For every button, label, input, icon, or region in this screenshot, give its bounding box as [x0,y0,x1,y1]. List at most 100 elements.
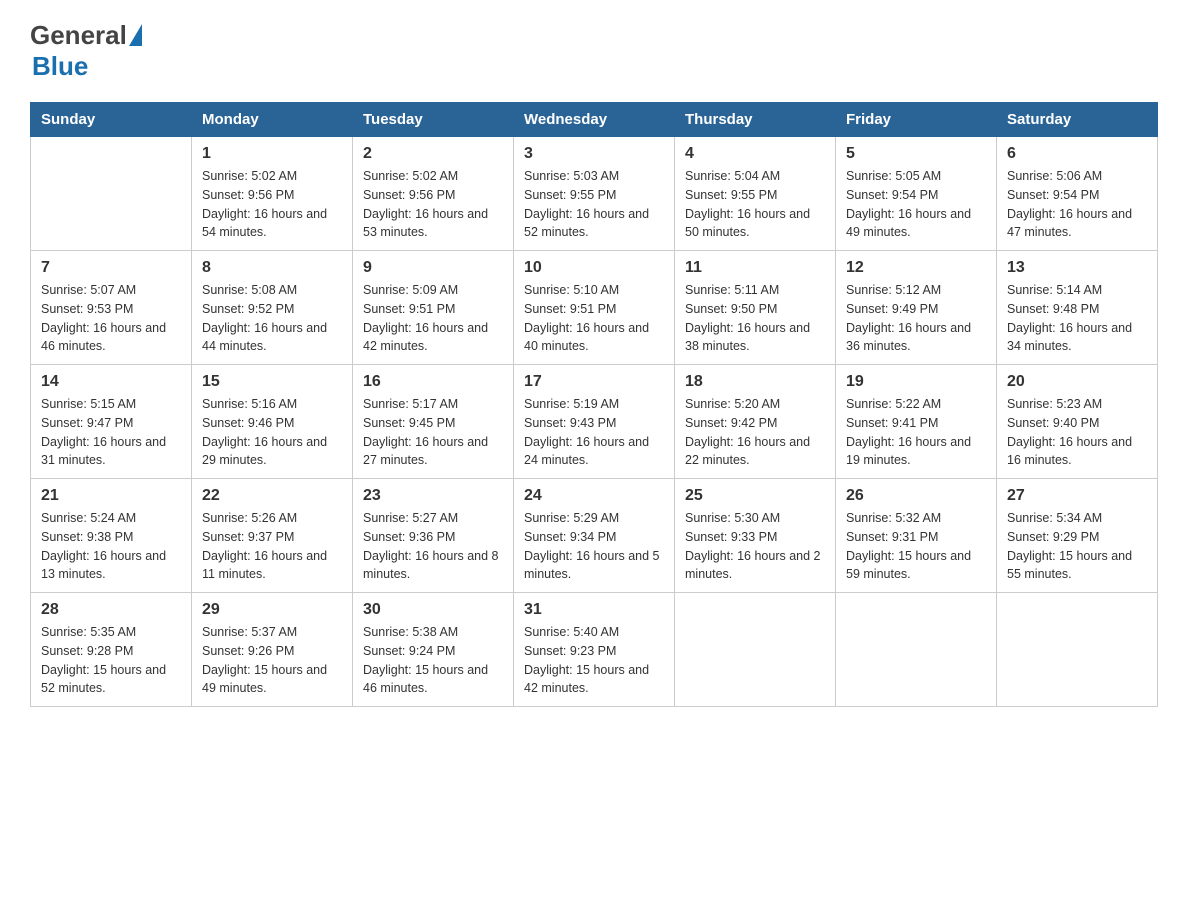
col-header-saturday: Saturday [997,103,1158,137]
day-number: 3 [524,145,664,163]
day-info: Sunrise: 5:19 AMSunset: 9:43 PMDaylight:… [524,395,664,470]
day-info: Sunrise: 5:15 AMSunset: 9:47 PMDaylight:… [41,395,181,470]
day-info: Sunrise: 5:23 AMSunset: 9:40 PMDaylight:… [1007,395,1147,470]
day-info: Sunrise: 5:38 AMSunset: 9:24 PMDaylight:… [363,623,503,698]
calendar-week-3: 14 Sunrise: 5:15 AMSunset: 9:47 PMDayligh… [31,365,1158,479]
day-info: Sunrise: 5:20 AMSunset: 9:42 PMDaylight:… [685,395,825,470]
col-header-monday: Monday [192,103,353,137]
calendar-cell: 25 Sunrise: 5:30 AMSunset: 9:33 PMDayligh… [675,479,836,593]
day-number: 13 [1007,259,1147,277]
day-number: 15 [202,373,342,391]
col-header-wednesday: Wednesday [514,103,675,137]
day-number: 19 [846,373,986,391]
calendar-week-1: 1Sunrise: 5:02 AMSunset: 9:56 PMDaylight… [31,137,1158,251]
calendar-cell: 12 Sunrise: 5:12 AMSunset: 9:49 PMDayligh… [836,251,997,365]
day-info: Sunrise: 5:05 AMSunset: 9:54 PMDaylight:… [846,167,986,242]
logo-general-text: General [30,20,127,51]
col-header-tuesday: Tuesday [353,103,514,137]
calendar-cell: 16 Sunrise: 5:17 AMSunset: 9:45 PMDayligh… [353,365,514,479]
calendar-cell: 4Sunrise: 5:04 AMSunset: 9:55 PMDaylight… [675,137,836,251]
calendar-cell: 31 Sunrise: 5:40 AMSunset: 9:23 PMDayligh… [514,593,675,707]
day-number: 25 [685,487,825,505]
day-info: Sunrise: 5:03 AMSunset: 9:55 PMDaylight:… [524,167,664,242]
day-number: 28 [41,601,181,619]
day-info: Sunrise: 5:29 AMSunset: 9:34 PMDaylight:… [524,509,664,584]
day-info: Sunrise: 5:17 AMSunset: 9:45 PMDaylight:… [363,395,503,470]
day-number: 29 [202,601,342,619]
day-number: 24 [524,487,664,505]
day-info: Sunrise: 5:14 AMSunset: 9:48 PMDaylight:… [1007,281,1147,356]
calendar-cell: 17 Sunrise: 5:19 AMSunset: 9:43 PMDayligh… [514,365,675,479]
calendar-cell [997,593,1158,707]
calendar-cell: 18 Sunrise: 5:20 AMSunset: 9:42 PMDayligh… [675,365,836,479]
calendar-cell: 9Sunrise: 5:09 AMSunset: 9:51 PMDaylight… [353,251,514,365]
calendar-week-5: 28Sunrise: 5:35 AMSunset: 9:28 PMDayligh… [31,593,1158,707]
day-number: 17 [524,373,664,391]
calendar-cell: 8 Sunrise: 5:08 AMSunset: 9:52 PMDaylight… [192,251,353,365]
day-info: Sunrise: 5:04 AMSunset: 9:55 PMDaylight:… [685,167,825,242]
calendar-cell: 2 Sunrise: 5:02 AMSunset: 9:56 PMDaylight… [353,137,514,251]
day-number: 21 [41,487,181,505]
day-number: 23 [363,487,503,505]
calendar-cell: 14 Sunrise: 5:15 AMSunset: 9:47 PMDayligh… [31,365,192,479]
day-number: 7 [41,259,181,277]
day-info: Sunrise: 5:07 AMSunset: 9:53 PMDaylight:… [41,281,181,356]
calendar-cell: 24 Sunrise: 5:29 AMSunset: 9:34 PMDayligh… [514,479,675,593]
day-number: 14 [41,373,181,391]
col-header-sunday: Sunday [31,103,192,137]
day-info: Sunrise: 5:12 AMSunset: 9:49 PMDaylight:… [846,281,986,356]
day-info: Sunrise: 5:08 AMSunset: 9:52 PMDaylight:… [202,281,342,356]
calendar-cell: 28Sunrise: 5:35 AMSunset: 9:28 PMDayligh… [31,593,192,707]
calendar-table: SundayMondayTuesdayWednesdayThursdayFrid… [30,102,1158,707]
col-header-thursday: Thursday [675,103,836,137]
calendar-cell: 27 Sunrise: 5:34 AMSunset: 9:29 PMDayligh… [997,479,1158,593]
day-info: Sunrise: 5:24 AMSunset: 9:38 PMDaylight:… [41,509,181,584]
day-info: Sunrise: 5:34 AMSunset: 9:29 PMDaylight:… [1007,509,1147,584]
day-info: Sunrise: 5:16 AMSunset: 9:46 PMDaylight:… [202,395,342,470]
day-info: Sunrise: 5:30 AMSunset: 9:33 PMDaylight:… [685,509,825,584]
day-info: Sunrise: 5:10 AMSunset: 9:51 PMDaylight:… [524,281,664,356]
calendar-week-4: 21 Sunrise: 5:24 AMSunset: 9:38 PMDayligh… [31,479,1158,593]
day-info: Sunrise: 5:27 AMSunset: 9:36 PMDaylight:… [363,509,503,584]
day-number: 2 [363,145,503,163]
day-number: 27 [1007,487,1147,505]
calendar-cell: 23 Sunrise: 5:27 AMSunset: 9:36 PMDayligh… [353,479,514,593]
day-info: Sunrise: 5:40 AMSunset: 9:23 PMDaylight:… [524,623,664,698]
day-number: 16 [363,373,503,391]
day-number: 6 [1007,145,1147,163]
day-info: Sunrise: 5:02 AMSunset: 9:56 PMDaylight:… [202,167,342,242]
day-number: 31 [524,601,664,619]
day-info: Sunrise: 5:11 AMSunset: 9:50 PMDaylight:… [685,281,825,356]
day-number: 30 [363,601,503,619]
day-info: Sunrise: 5:06 AMSunset: 9:54 PMDaylight:… [1007,167,1147,242]
day-number: 26 [846,487,986,505]
calendar-cell: 10Sunrise: 5:10 AMSunset: 9:51 PMDayligh… [514,251,675,365]
day-info: Sunrise: 5:37 AMSunset: 9:26 PMDaylight:… [202,623,342,698]
day-number: 11 [685,259,825,277]
day-number: 12 [846,259,986,277]
calendar-week-2: 7 Sunrise: 5:07 AMSunset: 9:53 PMDaylight… [31,251,1158,365]
calendar-cell: 5 Sunrise: 5:05 AMSunset: 9:54 PMDaylight… [836,137,997,251]
calendar-cell [836,593,997,707]
calendar-cell: 11 Sunrise: 5:11 AMSunset: 9:50 PMDayligh… [675,251,836,365]
day-number: 20 [1007,373,1147,391]
logo-blue-text: Blue [32,51,88,81]
day-info: Sunrise: 5:26 AMSunset: 9:37 PMDaylight:… [202,509,342,584]
calendar-cell: 3 Sunrise: 5:03 AMSunset: 9:55 PMDaylight… [514,137,675,251]
calendar-cell: 15 Sunrise: 5:16 AMSunset: 9:46 PMDayligh… [192,365,353,479]
calendar-header-row: SundayMondayTuesdayWednesdayThursdayFrid… [31,103,1158,137]
day-number: 5 [846,145,986,163]
calendar-cell: 30 Sunrise: 5:38 AMSunset: 9:24 PMDayligh… [353,593,514,707]
day-number: 8 [202,259,342,277]
calendar-cell: 29 Sunrise: 5:37 AMSunset: 9:26 PMDayligh… [192,593,353,707]
logo: General Blue [30,20,142,82]
calendar-cell [31,137,192,251]
calendar-cell: 21 Sunrise: 5:24 AMSunset: 9:38 PMDayligh… [31,479,192,593]
calendar-cell: 19Sunrise: 5:22 AMSunset: 9:41 PMDayligh… [836,365,997,479]
calendar-cell: 13 Sunrise: 5:14 AMSunset: 9:48 PMDayligh… [997,251,1158,365]
day-number: 9 [363,259,503,277]
calendar-cell [675,593,836,707]
day-number: 18 [685,373,825,391]
page-header: General Blue [30,20,1158,82]
day-info: Sunrise: 5:02 AMSunset: 9:56 PMDaylight:… [363,167,503,242]
